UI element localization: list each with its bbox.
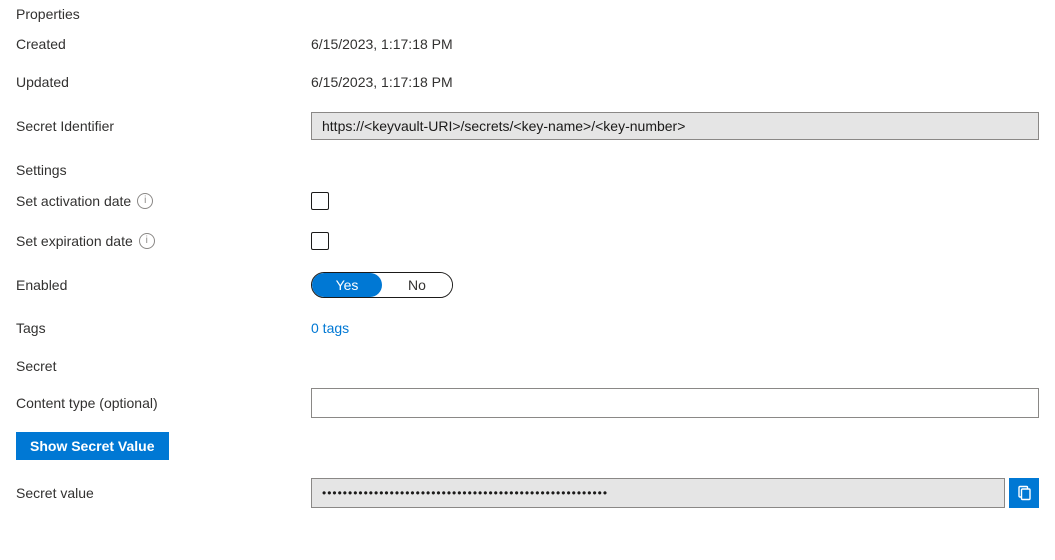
updated-value: 6/15/2023, 1:17:18 PM [311,74,1039,90]
enabled-label: Enabled [16,277,311,293]
updated-label: Updated [16,74,311,90]
info-icon[interactable]: i [139,233,155,249]
secret-value-label: Secret value [16,485,311,501]
enabled-yes-option[interactable]: Yes [312,273,382,297]
section-settings-header: Settings [16,162,1039,178]
secret-identifier-value[interactable]: https://<keyvault-URI>/secrets/<key-name… [311,112,1039,140]
enabled-no-option[interactable]: No [382,273,452,297]
content-type-input[interactable] [311,388,1039,418]
info-icon[interactable]: i [137,193,153,209]
section-secret-header: Secret [16,358,1039,374]
content-type-label: Content type (optional) [16,395,311,411]
enabled-toggle[interactable]: Yes No [311,272,453,298]
section-properties-header: Properties [16,6,1039,22]
secret-identifier-label: Secret Identifier [16,118,311,134]
created-value: 6/15/2023, 1:17:18 PM [311,36,1039,52]
created-label: Created [16,36,311,52]
tags-link[interactable]: 0 tags [311,320,349,336]
copy-icon [1016,485,1032,501]
expiration-date-label: Set expiration date [16,233,133,249]
expiration-date-checkbox[interactable] [311,232,329,250]
copy-secret-button[interactable] [1009,478,1039,508]
secret-value-field[interactable]: ••••••••••••••••••••••••••••••••••••••••… [311,478,1005,508]
tags-label: Tags [16,320,311,336]
activation-date-checkbox[interactable] [311,192,329,210]
activation-date-label: Set activation date [16,193,131,209]
show-secret-value-button[interactable]: Show Secret Value [16,432,169,460]
